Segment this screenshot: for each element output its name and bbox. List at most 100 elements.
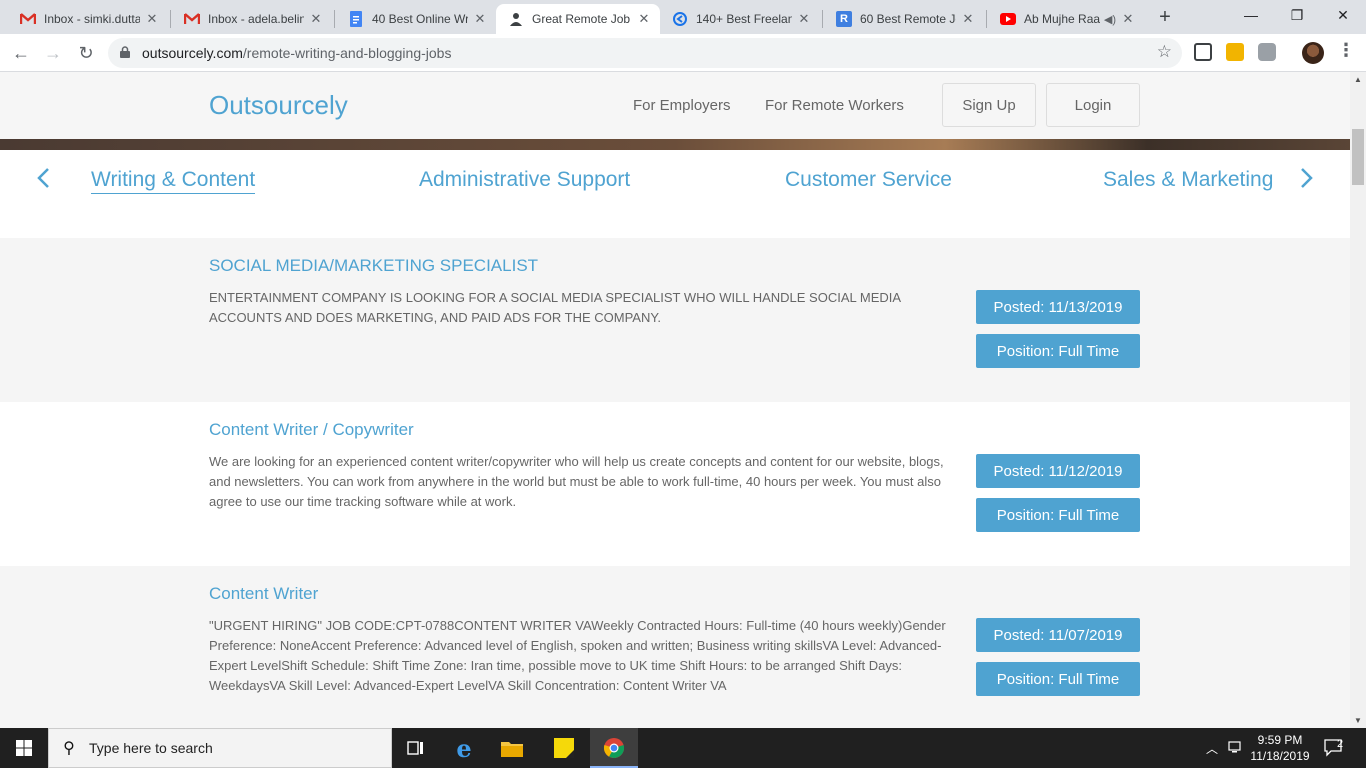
new-tab-button[interactable]: +	[1153, 6, 1177, 30]
job-listing: SOCIAL MEDIA/MARKETING SPECIALIST ENTERT…	[0, 238, 1350, 402]
tab-remote-jobs[interactable]: R 60 Best Remote Jo ✕	[824, 4, 984, 34]
speaker-icon[interactable]: ◀)	[1104, 13, 1116, 26]
chevron-right-icon[interactable]	[1296, 166, 1316, 190]
close-icon[interactable]: ✕	[1120, 11, 1136, 27]
browser-tab-strip: Inbox - simki.dutta ✕ Inbox - adela.beli…	[0, 0, 1366, 34]
tab-title: 60 Best Remote Jo	[860, 12, 956, 26]
close-icon[interactable]: ✕	[636, 11, 652, 27]
forward-button[interactable]: →	[41, 41, 65, 65]
restore-button[interactable]: ❐	[1274, 0, 1320, 34]
job-list: SOCIAL MEDIA/MARKETING SPECIALIST ENTERT…	[0, 238, 1350, 728]
chrome-icon[interactable]	[590, 728, 638, 768]
url-path: /remote-writing-and-blogging-jobs	[242, 45, 452, 61]
scroll-down-icon[interactable]: ▼	[1354, 716, 1362, 725]
tab-inbox-simki[interactable]: Inbox - simki.dutta ✕	[8, 4, 168, 34]
person-icon	[508, 11, 524, 27]
page-viewport: Outsourcely For Employers For Remote Wor…	[0, 72, 1350, 728]
tab-title: 40 Best Online Wr	[372, 12, 468, 26]
category-sales-marketing[interactable]: Sales & Marketing	[1103, 168, 1273, 192]
tab-title: Great Remote Job	[532, 12, 631, 26]
category-bar: Writing & Content Administrative Support…	[0, 150, 1350, 208]
job-listing: Content Writer "URGENT HIRING" JOB CODE:…	[0, 566, 1350, 728]
clock-date: 11/18/2019	[1250, 749, 1310, 763]
browser-toolbar: ← → ↻ outsourcely.com/remote-writing-and…	[0, 34, 1366, 72]
tab-inbox-adela[interactable]: Inbox - adela.belin ✕	[172, 4, 332, 34]
task-view-icon[interactable]	[392, 728, 440, 768]
profile-avatar[interactable]	[1302, 42, 1324, 64]
category-administrative-support[interactable]: Administrative Support	[419, 168, 630, 192]
tab-separator	[986, 10, 987, 28]
page-scrollbar[interactable]: ▲ ▼	[1350, 72, 1366, 728]
job-description: ENTERTAINMENT COMPANY IS LOOKING FOR A S…	[209, 290, 901, 325]
file-explorer-icon[interactable]	[488, 728, 536, 768]
start-button[interactable]	[0, 728, 48, 768]
category-customer-service[interactable]: Customer Service	[785, 168, 952, 192]
tab-separator	[334, 10, 335, 28]
job-title[interactable]: Content Writer / Copywriter	[209, 420, 414, 440]
extension-pocket-icon[interactable]	[1194, 43, 1212, 61]
close-icon[interactable]: ✕	[796, 11, 812, 27]
scrollbar-thumb[interactable]	[1352, 129, 1364, 185]
youtube-icon	[1000, 11, 1016, 27]
close-icon[interactable]: ✕	[144, 11, 160, 27]
minimize-button[interactable]: —	[1228, 0, 1274, 34]
back-button[interactable]: ←	[9, 41, 33, 65]
address-bar[interactable]: outsourcely.com/remote-writing-and-blogg…	[108, 38, 1182, 68]
close-icon[interactable]: ✕	[472, 11, 488, 27]
position-type-badge: Position: Full Time	[976, 662, 1140, 696]
windows-taskbar: ⚲ Type here to search e ︿ 9:59 PM 11/18/…	[0, 728, 1366, 768]
url-text: outsourcely.com/remote-writing-and-blogg…	[142, 45, 451, 61]
close-window-button[interactable]: ✕	[1320, 0, 1366, 34]
job-title[interactable]: SOCIAL MEDIA/MARKETING SPECIALIST	[209, 256, 538, 276]
login-button[interactable]: Login	[1046, 83, 1140, 127]
notification-count: 2	[1337, 738, 1344, 750]
show-hidden-icons[interactable]: ︿	[1206, 728, 1218, 768]
site-header: Outsourcely For Employers For Remote Wor…	[0, 72, 1350, 139]
tab-online-writing[interactable]: 40 Best Online Wr ✕	[336, 4, 496, 34]
tab-title: 140+ Best Freelan	[696, 12, 792, 26]
search-placeholder: Type here to search	[89, 740, 213, 756]
close-icon[interactable]: ✕	[308, 11, 324, 27]
menu-icon[interactable]: ⋮	[1337, 40, 1355, 61]
windows-logo-icon	[16, 740, 32, 756]
url-host: outsourcely.com	[142, 45, 243, 61]
lock-icon	[120, 46, 130, 58]
job-title[interactable]: Content Writer	[209, 584, 318, 604]
bookmark-star-icon[interactable]: ☆	[1157, 42, 1172, 62]
extension-camera-icon[interactable]	[1258, 43, 1276, 61]
tab-youtube[interactable]: Ab Mujhe Raa ◀) ✕	[988, 4, 1144, 34]
tab-title: Inbox - adela.belin	[208, 12, 304, 26]
nav-for-employers[interactable]: For Employers	[633, 97, 731, 114]
posted-date-badge: Posted: 11/12/2019	[976, 454, 1140, 488]
site-icon: R	[836, 11, 852, 27]
search-icon: ⚲	[63, 740, 75, 757]
job-description: We are looking for an experienced conten…	[209, 454, 944, 509]
system-clock[interactable]: 9:59 PM 11/18/2019	[1240, 732, 1320, 764]
hero-image-strip	[0, 139, 1350, 150]
tab-freelance[interactable]: 140+ Best Freelan ✕	[660, 4, 820, 34]
extension-key-icon[interactable]	[1226, 43, 1244, 61]
reload-button[interactable]: ↻	[74, 41, 98, 65]
edge-icon[interactable]: e	[440, 728, 488, 768]
sticky-notes-icon[interactable]	[540, 728, 588, 768]
tab-separator	[170, 10, 171, 28]
clock-time: 9:59 PM	[1257, 733, 1303, 747]
site-logo[interactable]: Outsourcely	[209, 90, 348, 121]
taskbar-search[interactable]: ⚲ Type here to search	[48, 728, 392, 768]
scroll-up-icon[interactable]: ▲	[1354, 75, 1362, 84]
posted-date-badge: Posted: 11/07/2019	[976, 618, 1140, 652]
position-type-badge: Position: Full Time	[976, 334, 1140, 368]
sign-up-button[interactable]: Sign Up	[942, 83, 1036, 127]
tab-great-remote-jobs[interactable]: Great Remote Job ✕	[496, 4, 660, 34]
notification-center-icon[interactable]: 2	[1324, 728, 1346, 768]
chevron-left-icon[interactable]	[34, 166, 54, 190]
close-icon[interactable]: ✕	[960, 11, 976, 27]
position-type-badge: Position: Full Time	[976, 498, 1140, 532]
tab-separator	[822, 10, 823, 28]
gmail-icon	[20, 11, 36, 27]
category-writing-content[interactable]: Writing & Content	[91, 168, 256, 194]
docs-icon	[348, 11, 364, 27]
nav-for-remote-workers[interactable]: For Remote Workers	[765, 97, 904, 114]
tab-title: Ab Mujhe Raa	[1024, 12, 1100, 26]
job-description: "URGENT HIRING" JOB CODE:CPT-0788CONTENT…	[209, 618, 946, 693]
